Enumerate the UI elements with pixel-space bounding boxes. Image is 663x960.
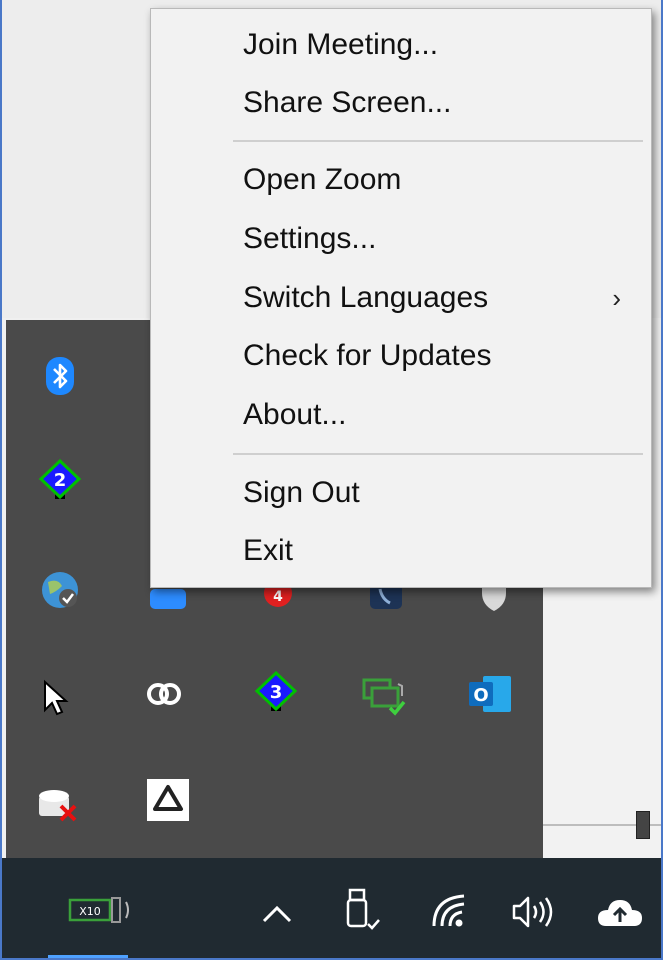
window-frame xyxy=(0,0,663,960)
